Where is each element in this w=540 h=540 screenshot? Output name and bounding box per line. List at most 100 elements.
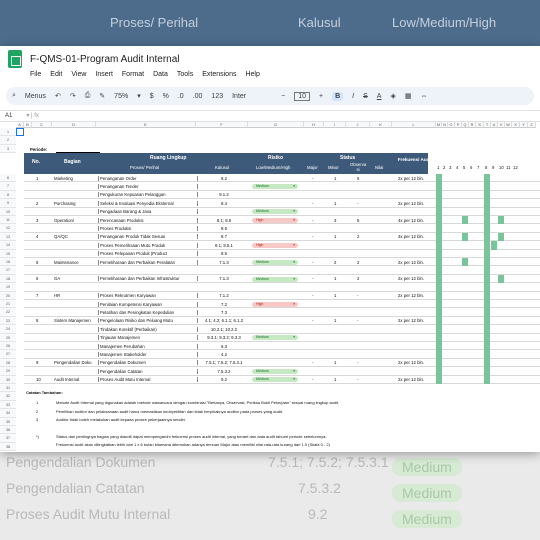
column-header[interactable]: C <box>32 122 52 128</box>
currency-button[interactable]: $ <box>150 93 154 100</box>
column-header[interactable]: H <box>304 122 324 128</box>
row-header[interactable]: 34 <box>0 409 16 418</box>
paint-format-icon[interactable]: ✎ <box>99 92 105 100</box>
row-header[interactable]: 27 <box>0 350 16 359</box>
column-header[interactable]: Y <box>520 122 528 128</box>
print-icon[interactable]: ⎙ <box>85 92 91 100</box>
zoom-select[interactable]: 75% <box>114 93 128 100</box>
row-header[interactable]: 21 <box>0 300 16 309</box>
column-header[interactable]: B <box>24 122 32 128</box>
font-size-minus-icon[interactable]: − <box>281 93 285 100</box>
row-header[interactable]: 20 <box>0 291 16 300</box>
borders-icon[interactable]: ▦ <box>405 92 412 100</box>
risk-level-dropdown[interactable]: Medium <box>252 368 298 374</box>
row-header[interactable]: 33 <box>0 400 16 410</box>
row-header[interactable]: 24 <box>0 325 16 334</box>
row-header[interactable]: 12 <box>0 224 16 233</box>
increase-decimal-button[interactable]: .00 <box>193 93 203 100</box>
merge-icon[interactable]: ⇔ <box>420 93 427 100</box>
column-header[interactable]: T <box>484 122 491 128</box>
risk-level-dropdown[interactable]: Medium <box>252 276 298 282</box>
row-header[interactable]: 31 <box>0 384 16 393</box>
column-header[interactable]: J <box>346 122 370 128</box>
row-header[interactable]: 32 <box>0 392 16 401</box>
row-header[interactable]: 19 <box>0 283 16 292</box>
menu-view[interactable]: View <box>71 71 86 78</box>
menu-data[interactable]: Data <box>153 71 168 78</box>
font-select[interactable]: Inter <box>232 93 272 100</box>
table-row[interactable] <box>24 283 540 292</box>
row-header[interactable]: 10 <box>0 207 16 216</box>
percent-button[interactable]: % <box>163 93 169 100</box>
column-header[interactable]: S <box>476 122 484 128</box>
column-header[interactable]: D <box>52 122 96 128</box>
row-header[interactable]: 6 <box>0 174 16 183</box>
column-header[interactable]: U <box>491 122 498 128</box>
column-header[interactable]: K <box>370 122 392 128</box>
menu-extensions[interactable]: Extensions <box>202 71 236 78</box>
risk-level-dropdown[interactable]: Medium <box>252 377 298 383</box>
column-header[interactable]: R <box>469 122 476 128</box>
row-header[interactable]: 38 <box>0 442 16 452</box>
risk-level-dropdown[interactable]: High <box>252 301 298 307</box>
row-header[interactable]: 9 <box>0 199 16 208</box>
column-header[interactable]: P <box>455 122 462 128</box>
column-header[interactable]: Z <box>528 122 536 128</box>
row-header[interactable]: 2 <box>0 136 16 145</box>
risk-level-dropdown[interactable]: Medium <box>252 184 298 190</box>
formula-bar[interactable]: A1 ▾ | fx <box>0 110 540 122</box>
document-title[interactable]: F-QMS-01-Program Audit Internal <box>30 54 180 65</box>
row-header[interactable]: 36 <box>0 426 16 435</box>
row-header[interactable]: 18 <box>0 274 16 284</box>
row-header[interactable]: 17 <box>0 266 16 275</box>
risk-level-dropdown[interactable]: High <box>252 242 298 248</box>
row-header[interactable]: 25 <box>0 333 16 342</box>
number-format-button[interactable]: 123 <box>211 93 223 100</box>
italic-button[interactable]: I <box>352 93 354 100</box>
bold-button[interactable]: B <box>332 91 344 101</box>
menu-format[interactable]: Format <box>122 71 144 78</box>
menu-edit[interactable]: Edit <box>50 71 62 78</box>
redo-icon[interactable]: ↷ <box>70 92 76 100</box>
column-header[interactable]: O <box>448 122 455 128</box>
row-header[interactable]: 11 <box>0 216 16 225</box>
row-header[interactable]: 1 <box>0 128 16 137</box>
name-box[interactable]: A1 <box>5 113 12 119</box>
column-header[interactable]: W <box>505 122 512 128</box>
column-header[interactable]: F <box>196 122 248 128</box>
spreadsheet-grid[interactable]: A B C D E F G H I J K L M N O P Q R S T U V W X Y Z 1 2 3 6 7 8 9 10 11 12 1… <box>0 122 540 452</box>
row-header[interactable]: 30 <box>0 375 16 384</box>
menu-help[interactable]: Help <box>245 71 259 78</box>
row-header[interactable]: 8 <box>0 190 16 200</box>
risk-level-dropdown[interactable]: Medium <box>252 335 298 341</box>
row-header[interactable]: 15 <box>0 249 16 258</box>
risk-level-dropdown[interactable]: High <box>252 217 298 223</box>
text-color-button[interactable]: A <box>377 93 382 100</box>
table-row[interactable] <box>24 266 540 275</box>
column-header[interactable]: G <box>248 122 304 128</box>
decrease-decimal-button[interactable]: .0 <box>178 93 184 100</box>
row-header[interactable]: 28 <box>0 358 16 368</box>
font-size-input[interactable]: 10 <box>294 91 310 101</box>
row-header[interactable]: 7 <box>0 182 16 191</box>
search-menus-icon[interactable]: ⌕ <box>12 92 16 100</box>
column-header[interactable]: I <box>324 122 346 128</box>
row-header[interactable]: 3 <box>0 144 16 154</box>
row-header[interactable]: 35 <box>0 417 16 426</box>
column-header[interactable]: X <box>512 122 520 128</box>
menu-insert[interactable]: Insert <box>95 71 113 78</box>
chevron-down-icon[interactable]: ▾ <box>137 92 141 100</box>
risk-level-dropdown[interactable]: Medium <box>252 209 298 215</box>
fill-color-icon[interactable]: ◈ <box>390 92 395 100</box>
strikethrough-button[interactable]: S <box>363 93 368 100</box>
risk-level-dropdown[interactable]: Medium <box>252 259 298 265</box>
column-header[interactable]: L <box>392 122 436 128</box>
selected-cell[interactable] <box>16 128 24 136</box>
row-header[interactable]: 22 <box>0 308 16 317</box>
row-header[interactable]: 37 <box>0 434 16 443</box>
column-header[interactable]: V <box>498 122 505 128</box>
row-header[interactable]: 23 <box>0 316 16 326</box>
column-header[interactable]: E <box>96 122 196 128</box>
row-header[interactable]: 26 <box>0 342 16 351</box>
row-header[interactable]: 16 <box>0 258 16 267</box>
